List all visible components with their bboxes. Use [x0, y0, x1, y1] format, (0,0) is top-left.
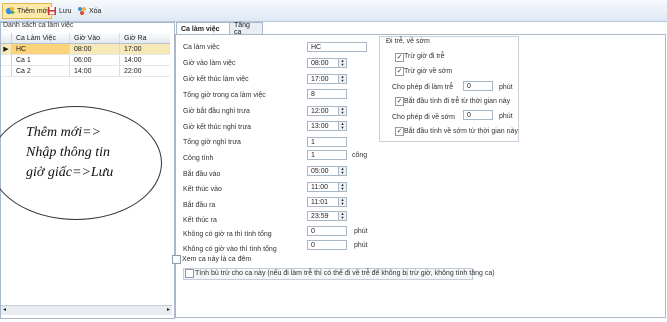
- label-ca-dem: Xem ca này là ca đêm: [182, 256, 252, 263]
- input-tong-nghi[interactable]: 1: [307, 137, 347, 147]
- unit-cong: công: [352, 152, 368, 159]
- label-khong-vao: Không có giờ vào thì tính tổng: [183, 246, 277, 253]
- label-bat-dau-ra: Bắt đầu ra: [183, 202, 216, 209]
- cell-in: 06:00: [70, 55, 120, 65]
- spin-icon[interactable]: ▲ ▼: [338, 212, 346, 220]
- time-bat-dau-ra[interactable]: 11:01 ▲ ▼: [307, 197, 347, 207]
- late-early-title: Đi trễ, về sớm: [386, 38, 430, 45]
- checkbox-tru-ve-som[interactable]: ✓: [395, 67, 404, 76]
- add-icon: [5, 7, 15, 15]
- label-bat-dau-nghi: Giờ bắt đầu nghỉ trưa: [183, 108, 250, 115]
- table-row[interactable]: ▶ HC 08:00 17:00: [1, 44, 170, 55]
- row-indicator-icon: ▶: [1, 44, 12, 54]
- shift-grid: Ca Làm Việc Giờ Vào Giờ Ra ▶ HC 08:00 17…: [1, 33, 170, 77]
- label-tong-gio: Tổng giờ trong ca làm việc: [183, 92, 266, 99]
- note-line-3: giờ giấc=>Lưu: [26, 165, 114, 180]
- delete-button[interactable]: Xóa: [77, 5, 101, 17]
- cell-out: 14:00: [124, 56, 142, 64]
- time-ket-thuc-nghi[interactable]: 13:00 ▲ ▼: [307, 121, 347, 131]
- label-khong-ra: Không có giờ ra thì tính tổng: [183, 231, 272, 238]
- cell-out: 17:00: [124, 45, 142, 53]
- save-button-label: Lưu: [59, 7, 72, 15]
- label-cong-tinh: Công tính: [183, 155, 214, 162]
- cell-shift: Ca 2: [12, 66, 70, 76]
- save-button[interactable]: Lưu: [47, 5, 71, 17]
- label-ket-thuc-vao: Kết thúc vào: [183, 186, 222, 193]
- cell-out: 22:00: [124, 67, 142, 75]
- label-ca-lam-viec: Ca làm việc: [183, 44, 220, 51]
- label-bat-dau-som: Bắt đầu tính về sớm từ thời gian này: [404, 128, 518, 135]
- col-out[interactable]: Giờ Ra: [120, 33, 168, 43]
- spin-icon[interactable]: ▲ ▼: [338, 167, 346, 175]
- cell-in: 08:00: [70, 44, 120, 54]
- label-gio-vao: Giờ vào làm việc: [183, 60, 236, 67]
- input-khong-vao[interactable]: 0: [307, 240, 347, 250]
- input-cho-phep-som[interactable]: 0: [463, 110, 493, 120]
- time-gio-vao[interactable]: 08:00 ▲ ▼: [307, 58, 347, 68]
- label-ket-thuc-ra: Kết thúc ra: [183, 217, 217, 224]
- spin-icon[interactable]: ▲ ▼: [338, 107, 346, 115]
- delete-icon: [78, 7, 86, 15]
- unit-phut: phút: [354, 228, 368, 235]
- shift-list-title: Danh sách ca làm việc: [3, 22, 74, 29]
- unit-phut: phút: [354, 242, 368, 249]
- spin-icon[interactable]: ▲ ▼: [338, 122, 346, 130]
- label-tong-nghi: Tổng giờ nghỉ trưa: [183, 139, 241, 146]
- time-bat-dau-nghi[interactable]: 12:00 ▲ ▼: [307, 106, 347, 116]
- cell-in: 14:00: [70, 66, 120, 76]
- add-button[interactable]: Thêm mới: [2, 3, 52, 19]
- scroll-right-icon[interactable]: ▸: [167, 306, 170, 313]
- input-tong-gio[interactable]: 8: [307, 89, 347, 99]
- label-tinh-bu: Tính bù trừ cho ca này (nếu đi làm trễ t…: [195, 270, 495, 277]
- scroll-left-icon[interactable]: ◂: [3, 306, 6, 313]
- time-bat-dau-vao[interactable]: 05:00 ▲ ▼: [307, 166, 347, 176]
- unit-phut: phút: [499, 113, 513, 120]
- table-row[interactable]: Ca 1 06:00 14:00: [1, 55, 170, 66]
- label-tru-di-tre: Trừ giờ đi trễ: [404, 53, 445, 60]
- spin-icon[interactable]: ▲ ▼: [338, 183, 346, 191]
- label-gio-ket-thuc: Giờ kết thúc làm việc: [183, 76, 249, 83]
- cell-shift: HC: [12, 44, 70, 54]
- table-row[interactable]: Ca 2 14:00 22:00: [1, 66, 170, 77]
- input-cho-phep-tre[interactable]: 0: [463, 81, 493, 91]
- label-cho-phep-som: Cho phép đi về sớm: [392, 114, 455, 121]
- spin-icon[interactable]: ▲ ▼: [338, 198, 346, 206]
- spin-icon[interactable]: ▲ ▼: [338, 59, 346, 67]
- col-in[interactable]: Giờ Vào: [70, 33, 120, 43]
- save-icon: [48, 7, 56, 15]
- label-tru-ve-som: Trừ giờ về sớm: [404, 68, 453, 75]
- checkbox-bat-dau-tre[interactable]: ✓: [395, 97, 404, 106]
- note-line-2: Nhập thông tin: [26, 145, 111, 160]
- label-bat-dau-tre: Bắt đầu tính đi trễ từ thời gian này: [404, 98, 511, 105]
- time-ket-thuc-ra[interactable]: 23:59 ▲ ▼: [307, 211, 347, 221]
- spin-icon[interactable]: ▲ ▼: [338, 75, 346, 83]
- input-ca-lam-viec[interactable]: HC: [307, 42, 367, 52]
- delete-button-label: Xóa: [89, 7, 102, 15]
- add-button-label: Thêm mới: [17, 7, 49, 15]
- checkbox-bat-dau-som[interactable]: ✓: [395, 127, 404, 136]
- input-khong-ra[interactable]: 0: [307, 226, 347, 236]
- time-gio-ket-thuc[interactable]: 17:00 ▲ ▼: [307, 74, 347, 84]
- label-ket-thuc-nghi: Giờ kết thúc nghỉ trưa: [183, 124, 252, 131]
- horizontal-scrollbar[interactable]: ◂ ▸: [1, 305, 172, 315]
- cell-shift: Ca 1: [12, 55, 70, 65]
- time-ket-thuc-vao[interactable]: 11:00 ▲ ▼: [307, 182, 347, 192]
- col-shift[interactable]: Ca Làm Việc: [12, 33, 70, 43]
- toolbar: Thêm mới Lưu Xóa: [0, 0, 667, 22]
- checkbox-tru-di-tre[interactable]: ✓: [395, 53, 404, 62]
- checkbox-tinh-bu[interactable]: [185, 269, 194, 278]
- note-line-1: Thêm mới=>: [26, 125, 101, 140]
- grid-header: Ca Làm Việc Giờ Vào Giờ Ra: [1, 33, 170, 44]
- label-cho-phep-tre: Cho phép đi làm trễ: [392, 84, 454, 91]
- input-cong-tinh[interactable]: 1: [307, 150, 347, 160]
- checkbox-ca-dem[interactable]: [172, 255, 181, 264]
- unit-phut: phút: [499, 84, 513, 91]
- label-bat-dau-vao: Bắt đầu vào: [183, 171, 221, 178]
